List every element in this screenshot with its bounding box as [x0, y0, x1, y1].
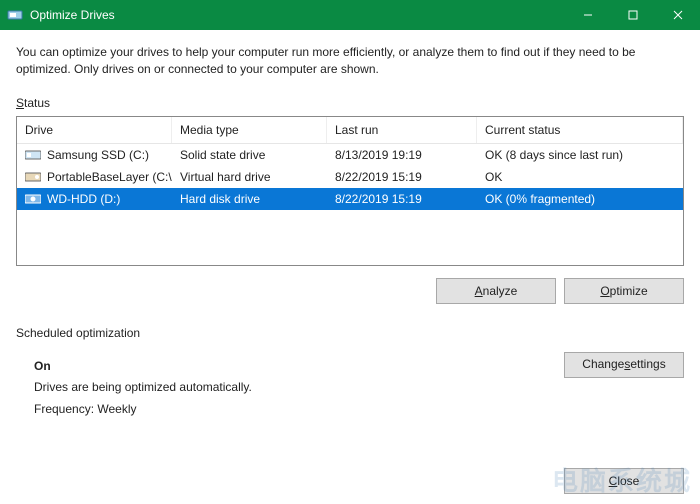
media-type: Virtual hard drive [172, 168, 327, 186]
current-status: OK (8 days since last run) [477, 146, 683, 164]
scheduled-label: Scheduled optimization [16, 326, 684, 340]
close-button[interactable] [655, 0, 700, 30]
drive-name: WD-HDD (D:) [47, 192, 120, 206]
scheduled-section: Scheduled optimization On Drives are bei… [16, 326, 684, 421]
scheduled-desc: Drives are being optimized automatically… [34, 377, 684, 399]
optimize-button[interactable]: Optimize [564, 278, 684, 304]
drive-icon [25, 171, 41, 183]
table-row[interactable]: WD-HDD (D:) Hard disk drive8/22/2019 15:1… [17, 188, 683, 210]
app-icon [0, 7, 30, 23]
last-run: 8/22/2019 15:19 [327, 168, 477, 186]
media-type: Solid state drive [172, 146, 327, 164]
col-last[interactable]: Last run [327, 117, 477, 143]
close-dialog-button[interactable]: Close [564, 468, 684, 494]
content-area: You can optimize your drives to help you… [0, 30, 700, 430]
scheduled-body: On Drives are being optimized automatica… [16, 346, 684, 421]
table-row[interactable]: Samsung SSD (C:) Solid state drive8/13/20… [17, 144, 683, 166]
col-status[interactable]: Current status [477, 117, 683, 143]
media-type: Hard disk drive [172, 190, 327, 208]
drive-name: Samsung SSD (C:) [47, 148, 149, 162]
last-run: 8/22/2019 15:19 [327, 190, 477, 208]
maximize-button[interactable] [610, 0, 655, 30]
status-label: Status [16, 96, 684, 110]
footer: Close [564, 468, 684, 494]
last-run: 8/13/2019 19:19 [327, 146, 477, 164]
current-status: OK (0% fragmented) [477, 190, 683, 208]
drives-list[interactable]: Drive Media type Last run Current status… [16, 116, 684, 266]
drive-icon [25, 193, 41, 205]
action-buttons: Analyze Optimize [16, 278, 684, 304]
window-controls [565, 0, 700, 30]
scheduled-freq: Frequency: Weekly [34, 399, 684, 421]
drive-icon [25, 149, 41, 161]
drive-name: PortableBaseLayer (C:\... [47, 170, 172, 184]
analyze-button[interactable]: Analyze [436, 278, 556, 304]
col-media[interactable]: Media type [172, 117, 327, 143]
minimize-button[interactable] [565, 0, 610, 30]
col-drive[interactable]: Drive [17, 117, 172, 143]
table-row[interactable]: PortableBaseLayer (C:\...Virtual hard dr… [17, 166, 683, 188]
list-header: Drive Media type Last run Current status [17, 117, 683, 144]
intro-text: You can optimize your drives to help you… [16, 44, 684, 78]
change-settings-button[interactable]: Change settings [564, 352, 684, 378]
titlebar: Optimize Drives [0, 0, 700, 30]
current-status: OK [477, 168, 683, 186]
window-title: Optimize Drives [30, 8, 565, 22]
